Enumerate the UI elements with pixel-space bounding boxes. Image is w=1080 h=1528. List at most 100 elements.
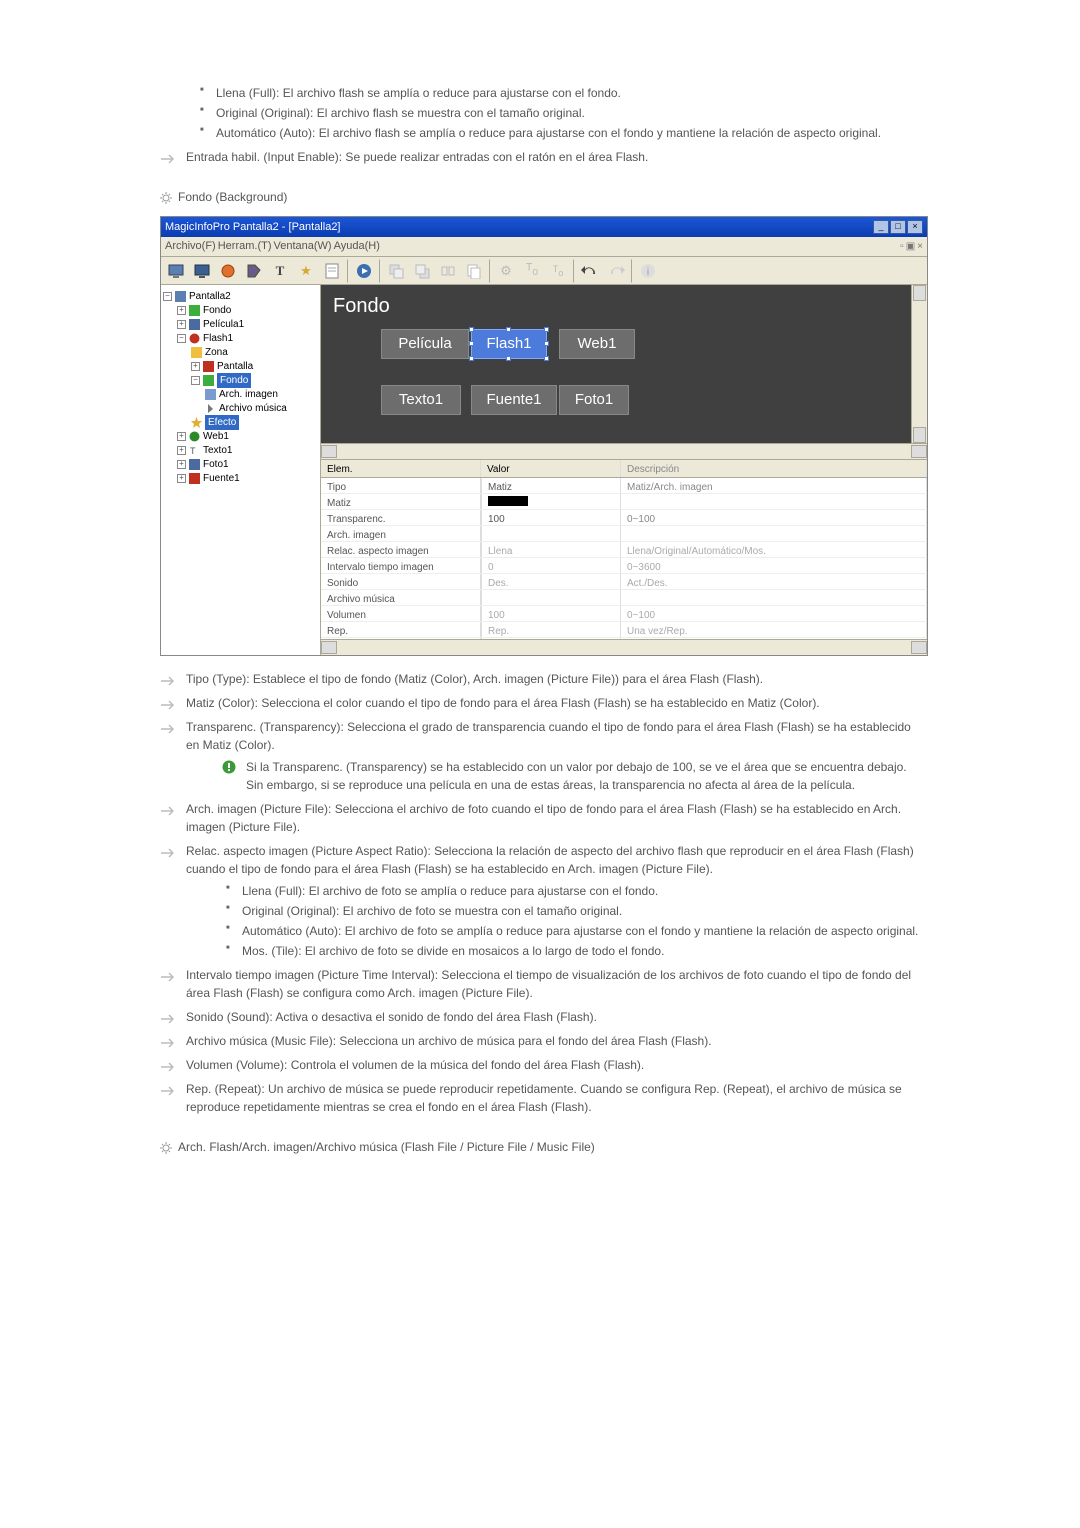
tool-font-small-icon[interactable]: ᵀₒ <box>545 259 571 283</box>
tool-font-large-icon[interactable]: ᵀₒ <box>519 259 545 283</box>
tile-pelicula[interactable]: Película <box>381 329 469 359</box>
list-item: Rep. (Repeat): Un archivo de música se p… <box>160 1080 920 1116</box>
tree-item[interactable]: Arch. imagen <box>163 387 318 401</box>
tool-settings-icon[interactable]: ⚙ <box>493 259 519 283</box>
col-desc[interactable]: Descripción <box>621 460 927 477</box>
table-row[interactable]: Relac. aspecto imagenLlenaLlena/Original… <box>321 542 927 558</box>
tool-send-back-icon[interactable] <box>383 259 409 283</box>
tool-play-icon[interactable] <box>351 259 377 283</box>
tile-web1[interactable]: Web1 <box>559 329 635 359</box>
list-item: Tipo (Type): Establece el tipo de fondo … <box>160 670 920 688</box>
tile-foto1[interactable]: Foto1 <box>559 385 629 415</box>
svg-text:i: i <box>647 267 649 278</box>
tree-item[interactable]: +Fondo <box>163 303 318 317</box>
table-row[interactable]: Volumen1000~100 <box>321 606 927 622</box>
arrow-icon <box>160 1083 174 1093</box>
window-buttons: _ □ × <box>873 220 923 234</box>
list-item: Automático (Auto): El archivo flash se a… <box>196 124 920 142</box>
table-row[interactable]: Rep.Rep.Una vez/Rep. <box>321 622 927 638</box>
tool-undo-icon[interactable] <box>577 259 603 283</box>
separator <box>347 259 349 283</box>
table-row[interactable]: TipoMatizMatiz/Arch. imagen <box>321 478 927 494</box>
menu-item[interactable]: Ventana(W) <box>274 238 332 255</box>
table-row[interactable]: Transparenc.1000~100 <box>321 510 927 526</box>
table-row[interactable]: SonidoDes.Act./Des. <box>321 574 927 590</box>
intro-list: Llena (Full): El archivo flash se amplía… <box>196 84 920 142</box>
note-text: Si la Transparenc. (Transparency) se ha … <box>246 760 907 792</box>
tool-group-icon[interactable] <box>435 259 461 283</box>
props-scrollbar[interactable] <box>321 639 927 655</box>
item-text: Relac. aspecto imagen (Picture Aspect Ra… <box>186 844 914 876</box>
table-row[interactable]: Arch. imagen <box>321 526 927 542</box>
tool-info-icon[interactable]: i <box>635 259 661 283</box>
menu-item[interactable]: Ayuda(H) <box>334 238 380 255</box>
tree-item[interactable]: Efecto <box>163 415 318 429</box>
tree-item[interactable]: +Foto1 <box>163 457 318 471</box>
list-item: Mos. (Tile): El archivo de foto se divid… <box>222 942 920 960</box>
tree-item[interactable]: +Fuente1 <box>163 471 318 485</box>
item-text: Entrada habil. (Input Enable): Se puede … <box>186 150 648 164</box>
menu-item[interactable]: Archivo(F) <box>165 238 216 255</box>
tree-item[interactable]: +TTexto1 <box>163 443 318 457</box>
props-body[interactable]: TipoMatizMatiz/Arch. imagenMatizTranspar… <box>321 478 927 639</box>
arrow-icon <box>160 721 174 731</box>
minimize-button[interactable]: _ <box>873 220 889 234</box>
scrollbar-vertical[interactable] <box>911 285 927 443</box>
item-text: Tipo (Type): Establece el tipo de fondo … <box>186 672 763 686</box>
tile-flash1[interactable]: Flash1 <box>471 329 547 359</box>
tool-doc-icon[interactable] <box>319 259 345 283</box>
maximize-button[interactable]: □ <box>890 220 906 234</box>
list-item: Archivo música (Music File): Selecciona … <box>160 1032 920 1050</box>
menu-item[interactable]: Herram.(T) <box>218 238 272 255</box>
tree-item[interactable]: +Web1 <box>163 429 318 443</box>
arrow-icon <box>160 151 174 161</box>
tree-item[interactable]: −Pantalla2 <box>163 289 318 303</box>
titlebar[interactable]: MagicInfoPro Pantalla2 - [Pantalla2] _ □… <box>161 217 927 237</box>
tile-fuente1[interactable]: Fuente1 <box>471 385 557 415</box>
tile-texto1[interactable]: Texto1 <box>381 385 461 415</box>
tool-redo-icon[interactable] <box>603 259 629 283</box>
list-item: Automático (Auto): El archivo de foto se… <box>222 922 920 940</box>
tree-item[interactable]: Archivo música <box>163 401 318 415</box>
toolbar: T ★ ⚙ ᵀₒ ᵀₒ i <box>161 257 927 285</box>
tool-globe-icon[interactable] <box>215 259 241 283</box>
properties-panel: Elem. Valor Descripción TipoMatizMatiz/A… <box>321 459 927 655</box>
item-text: Archivo música (Music File): Selecciona … <box>186 1034 712 1048</box>
list-item: Transparenc. (Transparency): Selecciona … <box>160 718 920 794</box>
workspace: −Pantalla2 +Fondo +Película1 −Flash1 Zon… <box>161 285 927 655</box>
list-item: Matiz (Color): Selecciona el color cuand… <box>160 694 920 712</box>
separator <box>631 259 633 283</box>
tree-item[interactable]: −Fondo <box>163 373 318 387</box>
mdi-close-icon[interactable]: × <box>917 239 923 254</box>
col-valor[interactable]: Valor <box>481 460 621 477</box>
tree-item[interactable]: +Pantalla <box>163 359 318 373</box>
close-button[interactable]: × <box>907 220 923 234</box>
section-arch: Arch. Flash/Arch. imagen/Archivo música … <box>160 1138 920 1156</box>
tree-panel[interactable]: −Pantalla2 +Fondo +Película1 −Flash1 Zon… <box>161 285 321 655</box>
section-title: Arch. Flash/Arch. imagen/Archivo música … <box>178 1138 595 1156</box>
tool-copy-icon[interactable] <box>461 259 487 283</box>
tool-bring-front-icon[interactable] <box>409 259 435 283</box>
tree-item[interactable]: +Película1 <box>163 317 318 331</box>
table-row[interactable]: Intervalo tiempo imagen00~3600 <box>321 558 927 574</box>
tool-tag-icon[interactable] <box>241 259 267 283</box>
entrada-habil-list: Entrada habil. (Input Enable): Se puede … <box>160 148 920 166</box>
arrow-icon <box>160 673 174 683</box>
tool-screen2-icon[interactable] <box>189 259 215 283</box>
mdi-restore-icon[interactable]: ▫ <box>900 239 904 254</box>
tool-star-icon[interactable]: ★ <box>293 259 319 283</box>
tool-text-icon[interactable]: T <box>267 259 293 283</box>
tree-item[interactable]: −Flash1 <box>163 331 318 345</box>
col-elem[interactable]: Elem. <box>321 460 481 477</box>
table-row[interactable]: Archivo música <box>321 590 927 606</box>
note: Si la Transparenc. (Transparency) se ha … <box>222 758 920 794</box>
item-text: Transparenc. (Transparency): Selecciona … <box>186 720 911 752</box>
tree-item[interactable]: Zona <box>163 345 318 359</box>
tool-screen-icon[interactable] <box>163 259 189 283</box>
mdi-max-icon[interactable]: ▣ <box>906 239 915 254</box>
table-row[interactable]: Matiz <box>321 494 927 510</box>
canvas[interactable]: Fondo Película Flash1 Web1 Texto1 Fuente… <box>321 285 927 443</box>
arrow-icon <box>160 845 174 855</box>
scrollbar-horizontal[interactable] <box>321 443 927 459</box>
app-window: MagicInfoPro Pantalla2 - [Pantalla2] _ □… <box>160 216 928 656</box>
